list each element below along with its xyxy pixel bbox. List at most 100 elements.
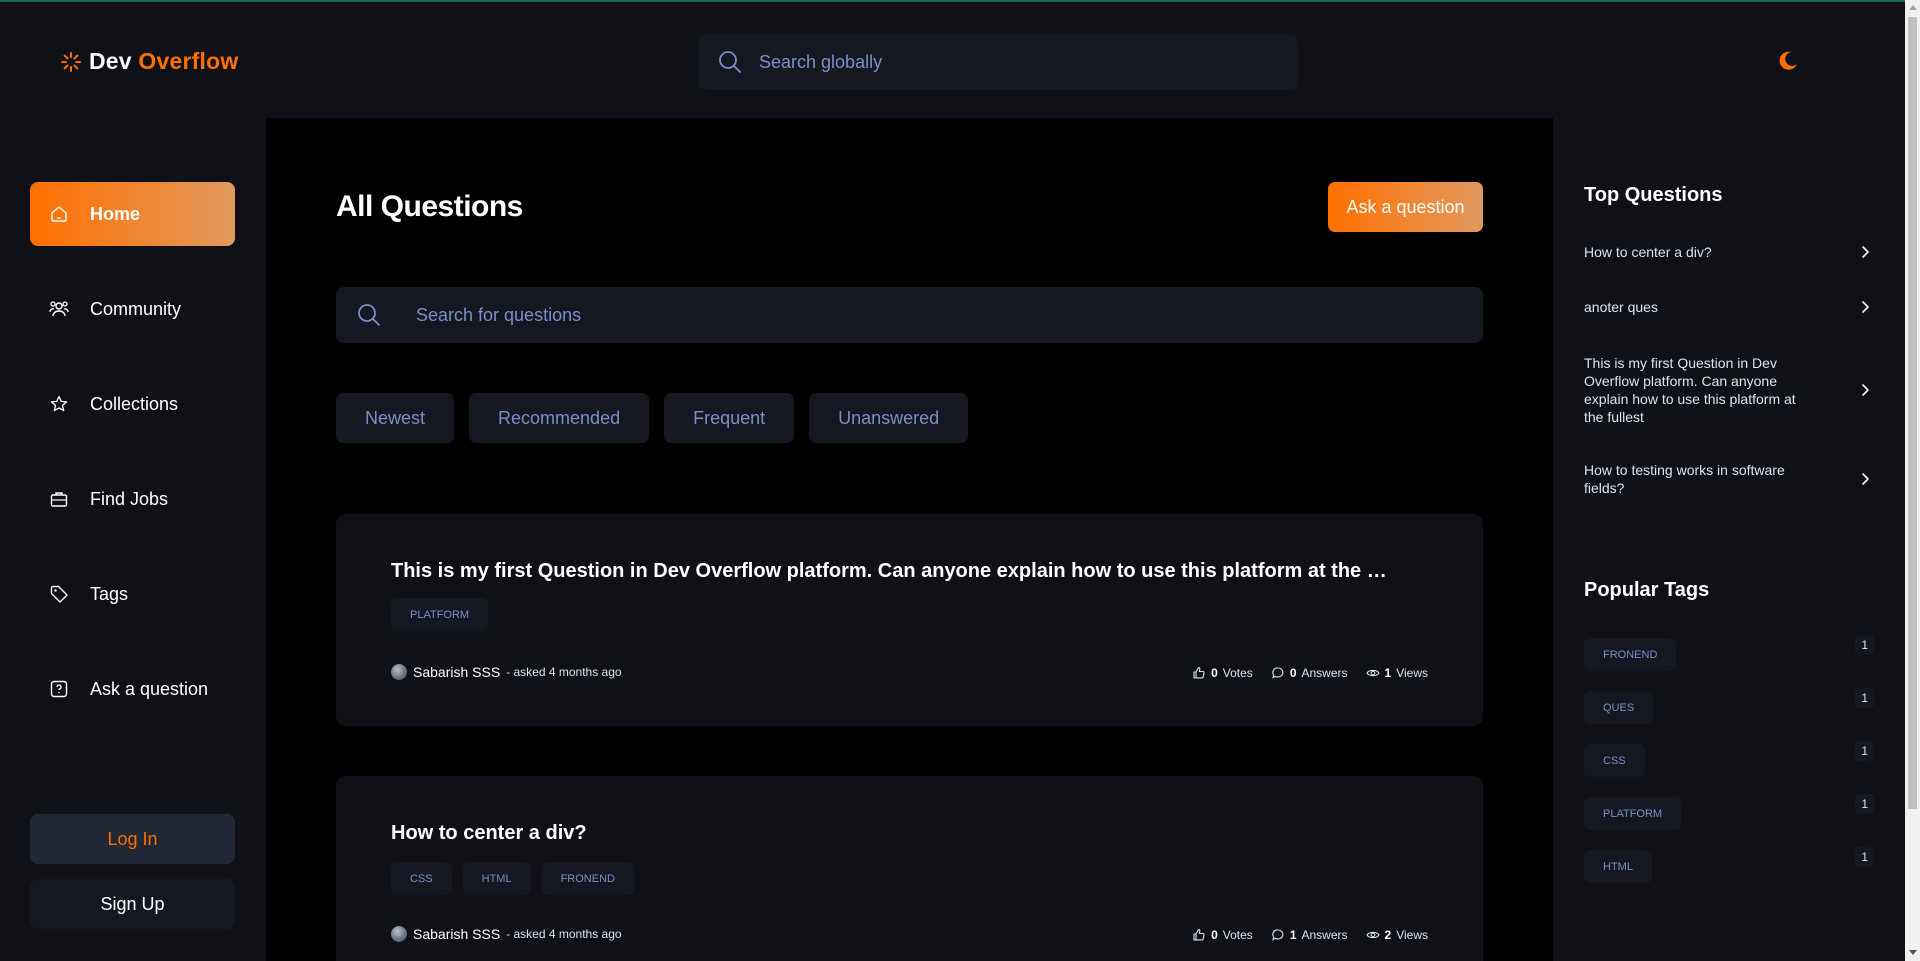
tag-count: 1 — [1855, 635, 1874, 655]
users-icon — [48, 298, 70, 320]
views-stat: 1 Views — [1365, 666, 1428, 680]
global-search-input[interactable] — [759, 51, 1259, 73]
scrollbar-thumb[interactable] — [1908, 17, 1917, 809]
main-content: All Questions Ask a question Newest Reco… — [266, 118, 1553, 961]
message-icon — [1271, 667, 1284, 679]
signup-button[interactable]: Sign Up — [30, 879, 235, 929]
views-stat: 2 Views — [1365, 928, 1428, 942]
popular-tag-item[interactable]: PLATFORM 1 — [1584, 794, 1874, 830]
author-name[interactable]: Sabarish SSS — [413, 926, 500, 942]
star-icon — [48, 393, 70, 415]
answers-stat: 1 Answers — [1271, 928, 1348, 942]
filter-newest[interactable]: Newest — [336, 393, 455, 443]
sidebar-item-label: Find Jobs — [90, 488, 169, 509]
tag-badge[interactable]: QUES — [1584, 691, 1654, 724]
tag-badge[interactable]: FRONEND — [1584, 638, 1677, 671]
sidebar-item-label: Home — [90, 203, 141, 224]
question-title[interactable]: How to center a div? — [391, 822, 587, 845]
sidebar-item-label: Collections — [90, 393, 179, 414]
sidebar-item-label: Tags — [90, 583, 129, 604]
filter-unanswered[interactable]: Unanswered — [809, 393, 969, 443]
question-meta: Sabarish SSS - asked 4 months ago — [391, 926, 622, 942]
question-title[interactable]: This is my first Question in Dev Overflo… — [391, 560, 1391, 583]
sidebar-item-label: Community — [90, 298, 182, 319]
popular-tag-item[interactable]: QUES 1 — [1584, 688, 1874, 724]
right-sidebar: Top Questions How to center a div? anote… — [1553, 118, 1905, 961]
top-questions-title: Top Questions — [1584, 184, 1723, 206]
tag-count: 1 — [1855, 794, 1874, 814]
chevron-right-icon — [1862, 473, 1869, 485]
top-question-item[interactable]: How to center a div? — [1584, 243, 1874, 261]
sidebar-item-find-jobs[interactable]: Find Jobs — [30, 467, 235, 531]
tag-badge[interactable]: FRONEND — [541, 862, 634, 895]
eye-icon — [1365, 669, 1380, 677]
sidebar-item-community[interactable]: Community — [30, 277, 235, 341]
author-name[interactable]: Sabarish SSS — [413, 664, 500, 680]
chevron-right-icon — [1862, 384, 1869, 396]
scrollbar[interactable] — [1905, 0, 1920, 961]
top-question-item[interactable]: anoter ques — [1584, 298, 1874, 316]
sidebar-item-ask-question[interactable]: Ask a question — [30, 657, 235, 721]
search-icon — [719, 51, 741, 73]
votes-stat: 0 Votes — [1192, 928, 1253, 942]
tag-icon — [48, 583, 70, 605]
tag-count: 1 — [1855, 741, 1874, 761]
question-meta: Sabarish SSS - asked 4 months ago — [391, 664, 622, 680]
tag-badge[interactable]: HTML — [462, 862, 531, 895]
question-tags: CSS HTML FRONEND — [391, 862, 634, 895]
filter-frequent[interactable]: Frequent — [664, 393, 795, 443]
top-question-item[interactable]: How to testing works in software fields? — [1584, 461, 1874, 497]
chevron-right-icon — [1862, 301, 1869, 313]
scroll-down-arrow-icon[interactable] — [1909, 950, 1917, 955]
eye-icon — [1365, 931, 1380, 939]
votes-stat: 0 Votes — [1192, 666, 1253, 680]
top-question-text[interactable]: How to center a div? — [1584, 243, 1804, 261]
search-icon — [358, 304, 380, 326]
tag-count: 1 — [1855, 847, 1874, 867]
question-tags: PLATFORM — [391, 598, 489, 631]
top-question-text[interactable]: This is my first Question in Dev Overflo… — [1584, 354, 1804, 426]
tag-badge[interactable]: CSS — [391, 862, 452, 895]
question-card[interactable]: This is my first Question in Dev Overflo… — [336, 514, 1483, 726]
tag-badge[interactable]: PLATFORM — [391, 598, 489, 631]
ask-question-button[interactable]: Ask a question — [1328, 182, 1483, 232]
login-button[interactable]: Log In — [30, 814, 235, 864]
popular-tag-item[interactable]: HTML 1 — [1584, 847, 1874, 883]
asked-time: - asked 4 months ago — [506, 927, 622, 941]
chevron-right-icon — [1862, 246, 1869, 258]
question-search-input[interactable] — [416, 304, 1316, 326]
logo-icon — [61, 51, 81, 72]
popular-tag-item[interactable]: CSS 1 — [1584, 741, 1874, 777]
tag-badge[interactable]: PLATFORM — [1584, 797, 1682, 830]
moon-icon[interactable] — [1777, 50, 1799, 72]
header: Dev Overflow — [0, 2, 1905, 118]
filter-recommended[interactable]: Recommended — [469, 393, 650, 443]
top-question-text[interactable]: anoter ques — [1584, 298, 1804, 316]
briefcase-icon — [48, 488, 70, 510]
sidebar-item-home[interactable]: Home — [30, 182, 235, 246]
answers-stat: 0 Answers — [1271, 666, 1348, 680]
thumbs-up-icon — [1193, 666, 1205, 679]
question-stats: 0 Votes 0 Answers 1 Views — [1192, 666, 1428, 680]
left-sidebar: Home Community Collections Find Jobs Tag… — [0, 118, 266, 961]
sidebar-item-collections[interactable]: Collections — [30, 372, 235, 436]
home-icon — [48, 203, 70, 225]
sidebar-item-tags[interactable]: Tags — [30, 562, 235, 626]
global-search-bar[interactable] — [698, 34, 1298, 90]
message-icon — [1271, 929, 1284, 941]
scroll-up-arrow-icon[interactable] — [1909, 5, 1917, 10]
logo-text: Dev Overflow — [89, 48, 239, 74]
avatar[interactable] — [391, 926, 407, 942]
page-title: All Questions — [336, 190, 523, 223]
top-question-text[interactable]: How to testing works in software fields? — [1584, 461, 1804, 497]
thumbs-up-icon — [1193, 928, 1205, 941]
tag-badge[interactable]: CSS — [1584, 744, 1645, 777]
avatar[interactable] — [391, 664, 407, 680]
logo[interactable]: Dev Overflow — [59, 48, 238, 75]
question-card[interactable]: How to center a div? CSS HTML FRONEND Sa… — [336, 776, 1483, 961]
popular-tag-item[interactable]: FRONEND 1 — [1584, 635, 1874, 671]
tag-badge[interactable]: HTML — [1584, 850, 1652, 883]
popular-tags-title: Popular Tags — [1584, 579, 1710, 601]
question-search-bar[interactable] — [336, 287, 1483, 343]
top-question-item[interactable]: This is my first Question in Dev Overflo… — [1584, 354, 1874, 426]
